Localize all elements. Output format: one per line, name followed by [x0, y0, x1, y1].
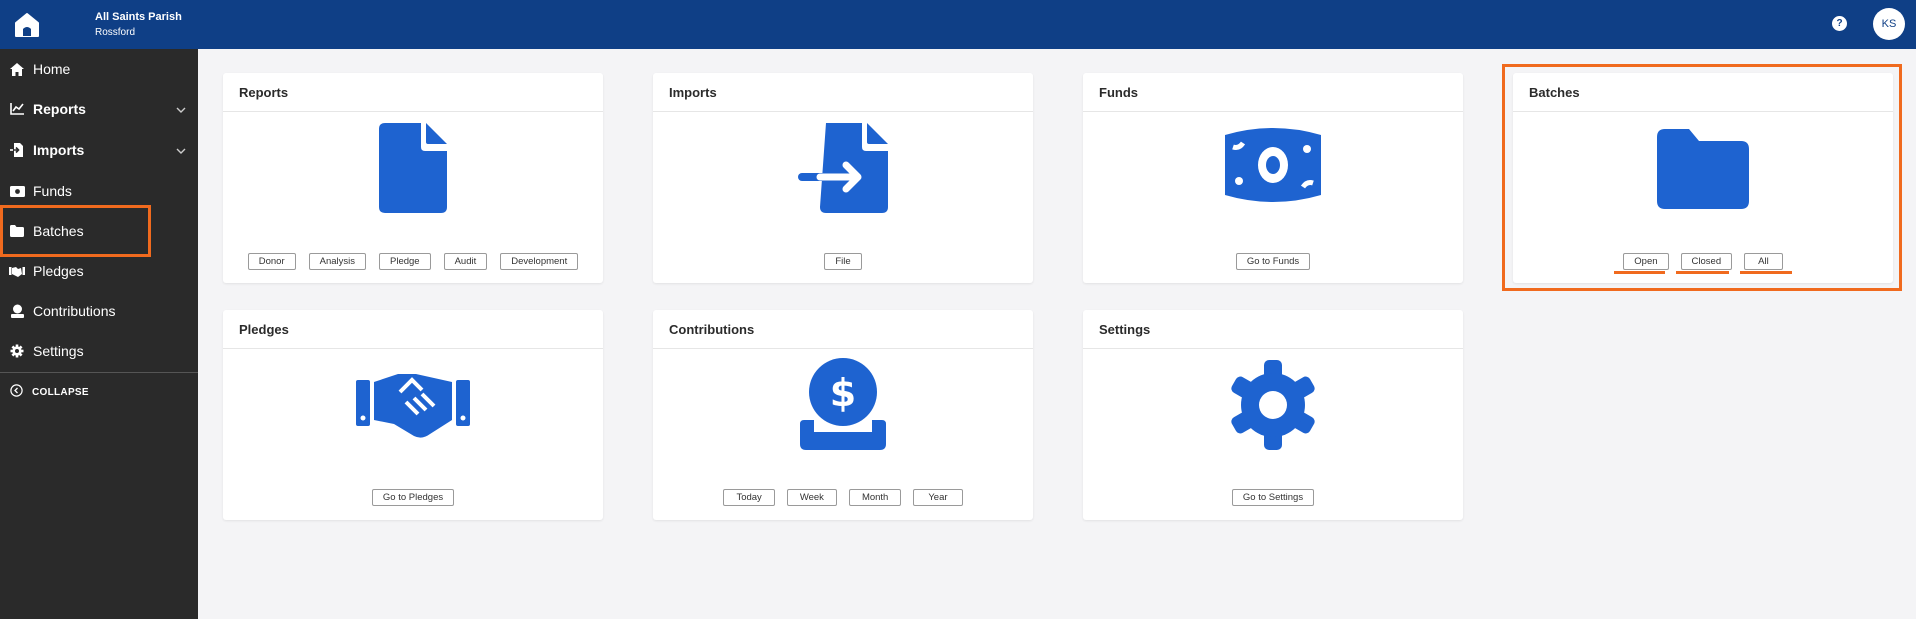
- sidebar-item-label: Pledges: [33, 263, 84, 279]
- open-underline: [1614, 271, 1665, 274]
- organization-info[interactable]: All Saints Parish Rossford: [95, 10, 182, 40]
- go-to-pledges-button[interactable]: Go to Pledges: [371, 489, 455, 506]
- collapse-button[interactable]: COLLAPSE: [0, 381, 89, 403]
- go-to-settings-button[interactable]: Go to Settings: [1231, 489, 1315, 506]
- handshake-icon: [223, 370, 603, 440]
- chevron-down-icon[interactable]: [176, 102, 186, 118]
- sidebar-item-label: Reports: [33, 101, 86, 117]
- sidebar-divider: [0, 372, 198, 373]
- sidebar-item-contributions[interactable]: Contributions: [0, 293, 198, 329]
- file-icon: [223, 123, 603, 213]
- sidebar-item-label: Funds: [33, 183, 72, 199]
- funds-card: Funds Go to Funds: [1083, 73, 1463, 283]
- contributions-card: Contributions $ Today Week Month Year: [653, 310, 1033, 520]
- reports-button-row: Donor Analysis Pledge Audit Development: [223, 253, 603, 270]
- sidebar-item-pledges[interactable]: Pledges: [0, 253, 198, 289]
- batches-nav-highlight: [0, 205, 151, 257]
- money-bill-icon: [9, 183, 25, 199]
- chevron-down-icon[interactable]: [176, 143, 186, 159]
- handshake-icon: [9, 263, 25, 279]
- home-logo-icon[interactable]: [0, 0, 54, 49]
- money-bill-icon: [1083, 125, 1463, 205]
- settings-card: Settings Go to Settings: [1083, 310, 1463, 520]
- batches-card-highlight: [1502, 64, 1902, 291]
- collapse-label: COLLAPSE: [32, 386, 89, 398]
- sidebar-item-settings[interactable]: Settings: [0, 333, 198, 369]
- pledges-button-row: Go to Pledges: [223, 489, 603, 506]
- analysis-report-button[interactable]: Analysis: [308, 253, 366, 270]
- top-bar: All Saints Parish Rossford ? KS: [0, 0, 1916, 49]
- sidebar-item-label: Contributions: [33, 303, 116, 319]
- audit-report-button[interactable]: Audit: [443, 253, 488, 270]
- cog-icon: [9, 343, 25, 359]
- chart-line-icon: [9, 101, 25, 117]
- settings-button-row: Go to Settings: [1083, 489, 1463, 506]
- file-import-button[interactable]: File: [824, 253, 862, 270]
- go-to-funds-button[interactable]: Go to Funds: [1235, 253, 1311, 270]
- reports-card: Reports Donor Analysis Pledge Audit Deve…: [223, 73, 603, 283]
- imports-button-row: File: [653, 253, 1033, 270]
- imports-card: Imports File: [653, 73, 1033, 283]
- contributions-button-row: Today Week Month Year: [653, 489, 1033, 506]
- organization-name: All Saints Parish: [95, 10, 182, 23]
- card-title: Reports: [223, 73, 603, 112]
- card-title: Imports: [653, 73, 1033, 112]
- closed-underline: [1676, 271, 1729, 274]
- week-button[interactable]: Week: [786, 489, 837, 506]
- pledges-card: Pledges Go to Pledges: [223, 310, 603, 520]
- card-title: Pledges: [223, 310, 603, 349]
- year-button[interactable]: Year: [913, 489, 963, 506]
- sidebar-item-home[interactable]: Home: [0, 51, 198, 87]
- card-title: Funds: [1083, 73, 1463, 112]
- sidebar-item-label: Imports: [33, 142, 85, 158]
- user-avatar[interactable]: KS: [1873, 8, 1905, 40]
- svg-text:$: $: [830, 371, 856, 415]
- sidebar-item-label: Home: [33, 61, 71, 77]
- development-report-button[interactable]: Development: [500, 253, 579, 270]
- card-title: Settings: [1083, 310, 1463, 349]
- funds-button-row: Go to Funds: [1083, 253, 1463, 270]
- today-button[interactable]: Today: [723, 489, 775, 506]
- pledge-report-button[interactable]: Pledge: [379, 253, 431, 270]
- help-icon[interactable]: ?: [1832, 16, 1847, 31]
- cog-icon: [1083, 360, 1463, 450]
- donate-icon: $: [653, 358, 1033, 450]
- organization-location: Rossford: [95, 26, 136, 38]
- sidebar-item-funds[interactable]: Funds: [0, 173, 198, 209]
- sidebar-item-reports[interactable]: Reports: [0, 91, 198, 127]
- donor-report-button[interactable]: Donor: [247, 253, 296, 270]
- sidebar-item-label: Settings: [33, 343, 84, 359]
- file-import-icon: [9, 142, 25, 158]
- card-title: Contributions: [653, 310, 1033, 349]
- donate-icon: [9, 303, 25, 319]
- file-import-icon: [653, 123, 1033, 213]
- sidebar-item-imports[interactable]: Imports: [0, 132, 198, 168]
- month-button[interactable]: Month: [848, 489, 902, 506]
- all-underline: [1740, 271, 1792, 274]
- chevron-circle-left-icon: [10, 384, 23, 400]
- sidebar: Home Reports Imports Funds Batches Pledg…: [0, 49, 198, 619]
- home-icon: [9, 61, 25, 77]
